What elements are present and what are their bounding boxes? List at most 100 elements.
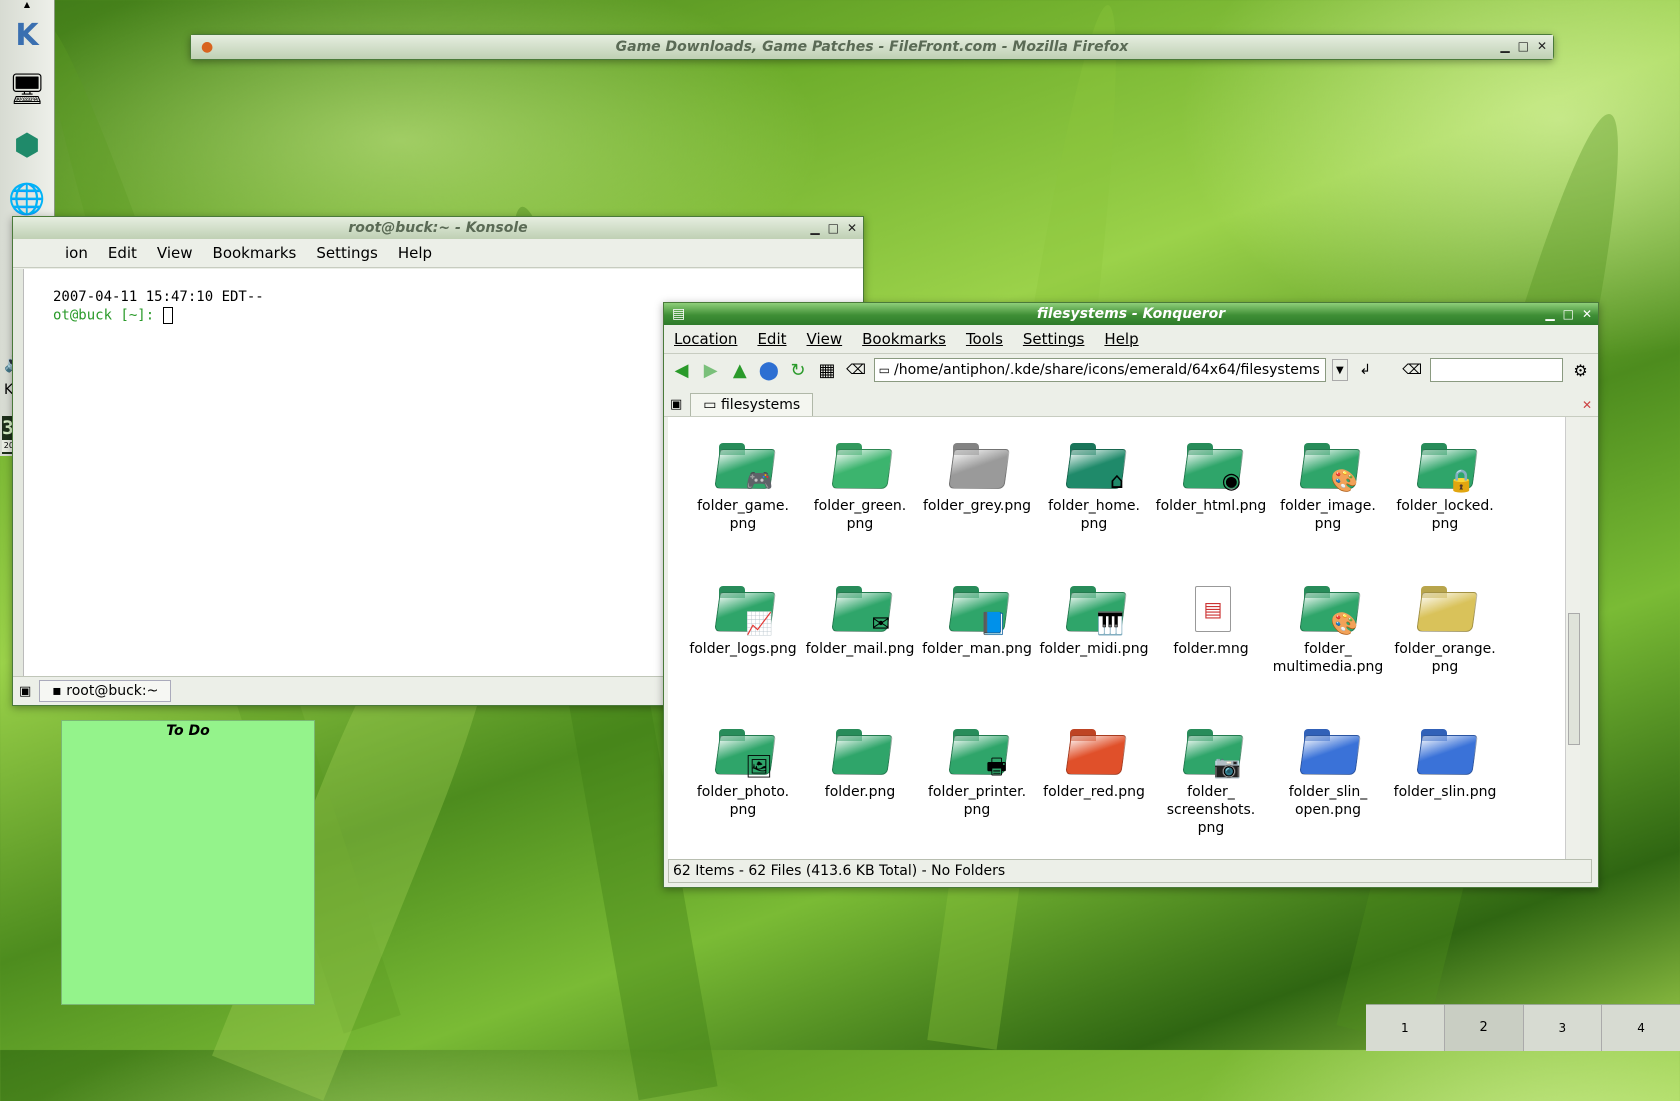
location-field[interactable]: ▭ /home/antiphon/.kde/share/icons/emeral…	[873, 358, 1327, 382]
location-dropdown[interactable]: ▼	[1332, 359, 1348, 381]
window-title: filesystems - Konqueror	[1036, 306, 1226, 322]
stop-icon[interactable]: ⬤	[757, 358, 780, 382]
menu-help[interactable]: Help	[1094, 330, 1148, 348]
camera-icon: 📷	[1179, 721, 1244, 779]
clear-location-icon[interactable]: ⌫	[845, 358, 868, 382]
menu-settings[interactable]: Settings	[306, 244, 388, 262]
vertical-scrollbar[interactable]	[1565, 417, 1580, 859]
go-icon[interactable]: ↲	[1354, 358, 1377, 382]
prompt-text: ot@buck [~]:	[53, 307, 163, 324]
globe-icon: ◉	[1179, 435, 1244, 493]
search-input[interactable]	[1429, 358, 1563, 382]
panel-hide-arrow[interactable]: ▲	[0, 0, 54, 10]
folder-icon: ▭	[878, 363, 890, 377]
file-item[interactable]: ⌂ folder_home. png	[1035, 435, 1153, 533]
maximize-button[interactable]: □	[1563, 307, 1574, 321]
maximize-button[interactable]: □	[828, 221, 839, 235]
home-icon[interactable]: ⬢	[4, 122, 50, 168]
menu-bookmarks[interactable]: Bookmarks	[203, 244, 307, 262]
desktop-label: 4	[1637, 1021, 1645, 1035]
menu-tools[interactable]: Tools	[956, 330, 1013, 348]
file-name: folder.mng	[1173, 641, 1249, 657]
file-item[interactable]: ◉ folder_html.png	[1152, 435, 1270, 515]
tab-session[interactable]: ▪ root@buck:~	[39, 680, 172, 702]
file-item[interactable]: folder_grey.png	[918, 435, 1036, 515]
scrollbar[interactable]	[13, 269, 24, 677]
file-item[interactable]: 📷 folder_ screenshots. png	[1152, 721, 1270, 837]
book-icon: 📘	[945, 578, 1010, 636]
clear-search-icon[interactable]: ⌫	[1401, 358, 1424, 382]
minimize-button[interactable]: ▁	[810, 221, 819, 235]
file-item[interactable]: folder_orange. png	[1386, 578, 1504, 676]
close-tab-icon[interactable]: ✕	[1582, 398, 1592, 412]
window-title: Game Downloads, Game Patches - FileFront…	[615, 39, 1129, 55]
file-name: folder_printer. png	[927, 784, 1027, 818]
file-item[interactable]: 🔒 folder_locked. png	[1386, 435, 1504, 533]
folder-icon	[1062, 721, 1127, 779]
cursor	[162, 307, 173, 324]
view-mode-icon[interactable]: ▦	[815, 358, 838, 382]
close-button[interactable]: ✕	[847, 221, 857, 235]
forward-arrow-icon[interactable]: ▶	[699, 358, 722, 382]
kde-menu-icon[interactable]: K	[4, 12, 50, 58]
file-item[interactable]: folder_red.png	[1035, 721, 1153, 801]
lock-icon: 🔒	[1413, 435, 1478, 493]
photo-icon: 🖼	[711, 721, 776, 779]
menu-help[interactable]: Help	[388, 244, 442, 262]
menu-view[interactable]: View	[797, 330, 853, 348]
file-item[interactable]: 📘 folder_man.png	[918, 578, 1036, 658]
up-arrow-icon[interactable]: ▲	[728, 358, 751, 382]
minimize-button[interactable]: ▁	[1500, 39, 1509, 53]
location-text: /home/antiphon/.kde/share/icons/emerald/…	[894, 362, 1320, 378]
menu-edit[interactable]: Edit	[747, 330, 796, 348]
desktop-2[interactable]: 2	[1444, 1005, 1524, 1051]
file-item[interactable]: 🖶 folder_printer. png	[918, 721, 1036, 819]
desktop-4[interactable]: 4	[1602, 1005, 1680, 1051]
tab-filesystems[interactable]: ▭ filesystems	[690, 393, 814, 416]
icon-view[interactable]: 🎮 folder_game. png folder_green. png folder…	[668, 417, 1580, 859]
desktop-icon[interactable]: 🖥	[4, 66, 50, 112]
file-item[interactable]: 📈 folder_logs.png	[684, 578, 802, 658]
file-item[interactable]: 🎨 folder_ multimedia.png	[1269, 578, 1387, 676]
desktop-label: 1	[1401, 1021, 1409, 1035]
window-menu-icon[interactable]: ▤	[672, 306, 685, 322]
konqueror-window[interactable]: ▤ filesystems - Konqueror ▁ □ ✕ Location…	[663, 302, 1599, 888]
file-item[interactable]: folder_slin_ open.png	[1269, 721, 1387, 819]
menu-settings[interactable]: Settings	[1013, 330, 1095, 348]
file-item[interactable]: folder_slin.png	[1386, 721, 1504, 801]
file-item[interactable]: ▤ folder.mng	[1152, 578, 1270, 658]
menu-location[interactable]: Location	[664, 330, 747, 348]
maximize-button[interactable]: □	[1518, 39, 1529, 53]
menubar: Location Edit View Bookmarks Tools Setti…	[664, 325, 1598, 354]
gear-icon[interactable]: ⚙	[1569, 358, 1592, 382]
file-item[interactable]: folder_green. png	[801, 435, 919, 533]
file-item[interactable]: ✉ folder_mail.png	[801, 578, 919, 658]
reload-icon[interactable]: ↻	[786, 358, 809, 382]
file-item[interactable]: 🎨 folder_image. png	[1269, 435, 1387, 533]
firefox-window[interactable]: ● Game Downloads, Game Patches - FileFro…	[190, 34, 1554, 60]
desktop-3[interactable]: 3	[1524, 1005, 1603, 1051]
menu-view[interactable]: View	[147, 244, 203, 262]
file-item[interactable]: 🎮 folder_game. png	[684, 435, 802, 533]
todo-note[interactable]: To Do	[61, 720, 315, 1005]
desktop-1[interactable]: 1	[1366, 1005, 1445, 1051]
file-item[interactable]: folder.png	[801, 721, 919, 801]
file-name: folder_logs.png	[689, 641, 797, 657]
menu-edit[interactable]: Edit	[98, 244, 147, 262]
window-title: root@buck:~ - Konsole	[348, 220, 528, 236]
file-name: folder_midi.png	[1039, 641, 1149, 657]
file-item[interactable]: 🖼 folder_photo. png	[684, 721, 802, 819]
file-item[interactable]: 🎹 folder_midi.png	[1035, 578, 1153, 658]
new-tab-icon[interactable]: ▣	[670, 397, 682, 412]
back-arrow-icon[interactable]: ◀	[670, 358, 693, 382]
scrollbar-thumb[interactable]	[1568, 613, 1580, 745]
new-tab-icon[interactable]: ▣	[19, 684, 31, 699]
minimize-button[interactable]: ▁	[1545, 307, 1554, 321]
close-button[interactable]: ✕	[1582, 307, 1592, 321]
document-icon: ▤	[1179, 578, 1243, 636]
close-button[interactable]: ✕	[1537, 39, 1547, 53]
file-name: folder_green. png	[813, 498, 907, 532]
menu-session[interactable]: ion	[55, 244, 98, 262]
menu-bookmarks[interactable]: Bookmarks	[852, 330, 956, 348]
tab-label: filesystems	[720, 397, 801, 413]
